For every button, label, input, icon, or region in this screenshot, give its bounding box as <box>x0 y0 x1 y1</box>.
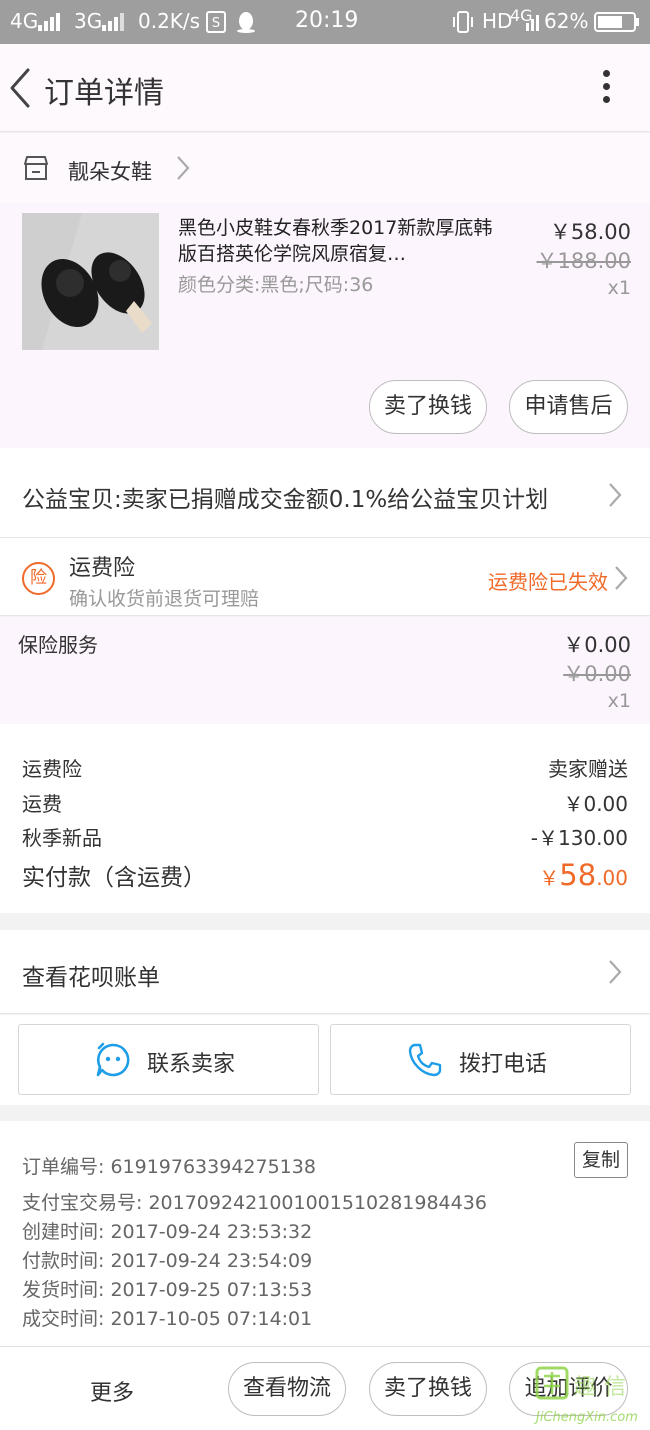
total-label: 实付款（含运费） <box>22 865 206 891</box>
more-options-icon[interactable] <box>594 70 618 106</box>
product-price: ￥58.00 <box>549 220 631 244</box>
order-info: 订单编号: 61919763394275138 复制 支付宝交易号: 20170… <box>0 1121 650 1346</box>
call-phone-label: 拨打电话 <box>459 1052 548 1077</box>
chevron-right-icon <box>615 566 628 590</box>
contact-seller-button[interactable]: 联系卖家 <box>18 1024 319 1095</box>
service-price: ￥0.00 <box>563 633 631 657</box>
bottom-action-bar: 更多 查看物流 卖了换钱 追加评价 <box>0 1346 650 1430</box>
created-time: 创建时间: 2017-09-24 23:53:32 <box>22 1221 313 1243</box>
insurance-badge-icon: 险 <box>22 562 55 595</box>
service-original-price: ￥0.00 <box>563 662 631 686</box>
product-card: 黑色小皮鞋女春秋季2017新款厚底韩版百搭英伦学院风原宿复… 颜色分类:黑色;尺… <box>0 203 650 448</box>
shoes-image <box>22 213 159 350</box>
page-title: 订单详情 <box>44 76 164 111</box>
battery-percent: 62% <box>544 9 589 33</box>
sell-for-cash-button[interactable]: 卖了换钱 <box>369 1362 487 1416</box>
svg-text:S: S <box>212 16 220 31</box>
total-currency: ￥ <box>539 866 560 890</box>
insurance-subtitle: 确认收货前退货可理赔 <box>69 588 260 610</box>
view-logistics-button[interactable]: 查看物流 <box>228 1362 346 1416</box>
shop-name: 靓朵女鞋 <box>68 160 152 184</box>
phone-icon <box>408 1043 442 1077</box>
service-label: 保险服务 <box>18 633 98 657</box>
network-4g-indicator: 4G <box>10 9 39 33</box>
product-original-price: ￥188.00 <box>536 249 631 273</box>
total-amount: ￥58.00 <box>539 858 628 892</box>
status-bar: 4G 3G 0.2K/s S 20:19 HD 4G 62% <box>0 0 650 44</box>
total-decimal: .00 <box>596 866 628 890</box>
summary-label: 运费 <box>22 792 62 816</box>
summary-label: 运费险 <box>22 757 82 781</box>
copy-button[interactable]: 复制 <box>574 1142 628 1178</box>
more-button[interactable]: 更多 <box>90 1375 134 1407</box>
huabei-bill-row[interactable]: 查看花呗账单 <box>0 930 650 1014</box>
chat-bubble-icon <box>96 1042 130 1077</box>
call-phone-button[interactable]: 拨打电话 <box>330 1024 631 1095</box>
network-3g-indicator: 3G <box>74 9 103 33</box>
charity-text: 公益宝贝:卖家已捐赠成交金额0.1%给公益宝贝计划 <box>22 487 549 513</box>
s-app-icon: S <box>206 11 226 33</box>
summary-value: -￥130.00 <box>530 826 628 850</box>
product-title[interactable]: 黑色小皮鞋女春秋季2017新款厚底韩版百搭英伦学院风原宿复… <box>178 215 493 267</box>
sell-for-cash-button[interactable]: 卖了换钱 <box>369 380 487 434</box>
summary-value: ￥0.00 <box>563 792 628 816</box>
product-sku: 颜色分类:黑色;尺码:36 <box>178 274 374 296</box>
battery-icon <box>594 12 639 32</box>
service-quantity: x1 <box>607 690 631 712</box>
contact-seller-label: 联系卖家 <box>147 1052 236 1077</box>
after-sales-button[interactable]: 申请售后 <box>509 380 628 434</box>
signal-icon <box>526 15 539 31</box>
insurance-status: 运费险已失效 <box>488 570 608 594</box>
signal-icon <box>102 13 124 31</box>
back-arrow-icon[interactable] <box>6 66 36 110</box>
chevron-right-icon <box>177 156 190 180</box>
price-summary: 运费险 卖家赠送 运费 ￥0.00 秋季新品 -￥130.00 实付款（含运费）… <box>0 724 650 913</box>
insurance-service-item: 保险服务 ￥0.00 ￥0.00 x1 <box>0 617 650 724</box>
qq-penguin-icon <box>237 12 255 33</box>
shipped-time: 发货时间: 2017-09-25 07:13:53 <box>22 1279 313 1301</box>
huabei-label: 查看花呗账单 <box>22 965 160 991</box>
charity-row[interactable]: 公益宝贝:卖家已捐赠成交金额0.1%给公益宝贝计划 <box>0 448 650 538</box>
product-quantity: x1 <box>607 277 631 299</box>
product-image[interactable] <box>22 213 159 350</box>
contact-bar: 联系卖家 拨打电话 <box>0 1015 650 1105</box>
alipay-trade-number: 支付宝交易号: 2017092421001001510281984436 <box>22 1192 487 1214</box>
network-speed: 0.2K/s <box>138 9 201 33</box>
order-number: 订单编号: 61919763394275138 <box>22 1156 316 1178</box>
chevron-right-icon <box>609 960 622 984</box>
completed-time: 成交时间: 2017-10-05 07:14:01 <box>22 1308 313 1330</box>
paid-time: 付款时间: 2017-09-24 23:54:09 <box>22 1250 313 1272</box>
signal-icon <box>38 13 60 31</box>
shop-row[interactable]: 靓朵女鞋 <box>0 133 650 203</box>
store-icon <box>24 156 48 180</box>
vibrate-icon <box>453 11 473 33</box>
freight-insurance-row[interactable]: 险 运费险 确认收货前退货可理赔 运费险已失效 <box>0 538 650 616</box>
hd-indicator: HD <box>482 9 513 33</box>
app-header: 订单详情 <box>0 44 650 132</box>
summary-label: 秋季新品 <box>22 826 102 850</box>
summary-value: 卖家赠送 <box>548 757 628 781</box>
add-review-button[interactable]: 追加评价 <box>509 1362 628 1416</box>
total-integer: 58 <box>559 858 597 892</box>
chevron-right-icon <box>609 483 622 507</box>
clock: 20:19 <box>295 8 359 33</box>
insurance-title: 运费险 <box>69 556 136 581</box>
